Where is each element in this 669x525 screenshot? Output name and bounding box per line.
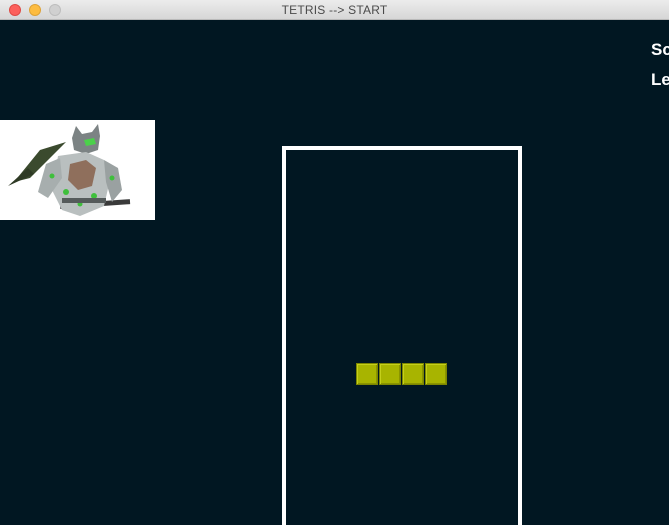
playfield-board: [282, 146, 522, 525]
game-window: TETRIS --> START Sc Le: [0, 0, 669, 525]
score-label: Sc: [651, 40, 669, 59]
level-label: Le: [651, 70, 669, 89]
game-canvas[interactable]: Sc Le: [0, 20, 669, 525]
piece-block: [425, 363, 447, 385]
piece-block: [379, 363, 401, 385]
piece-block: [356, 363, 378, 385]
piece-block: [402, 363, 424, 385]
title-bar[interactable]: TETRIS --> START: [0, 0, 669, 20]
character-portrait: [0, 120, 155, 220]
ninja-portrait-image: [0, 120, 155, 220]
window-title: TETRIS --> START: [281, 3, 388, 17]
